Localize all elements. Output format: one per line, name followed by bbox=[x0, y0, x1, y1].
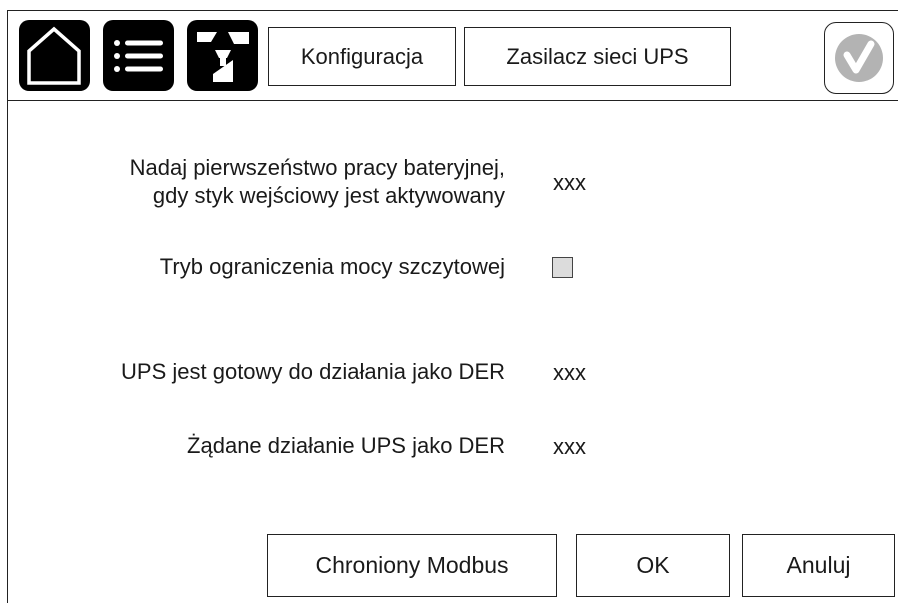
status-badge bbox=[824, 22, 894, 94]
protected-modbus-button[interactable]: Chroniony Modbus bbox=[267, 534, 557, 597]
ok-button[interactable]: OK bbox=[576, 534, 730, 597]
der-ready-value: xxx bbox=[553, 360, 586, 385]
battery-priority-label-line1: Nadaj pierwszeństwo pracy bateryjnej, bbox=[129, 155, 505, 180]
tab-configuration[interactable]: Konfiguracja bbox=[268, 27, 456, 86]
home-icon bbox=[27, 26, 81, 85]
menu-list-icon bbox=[114, 40, 163, 72]
der-requested-label: Żądane działanie UPS jako DER bbox=[187, 433, 505, 458]
protected-modbus-label: Chroniony Modbus bbox=[315, 552, 509, 578]
tab-ups-grid-supply[interactable]: Zasilacz sieci UPS bbox=[464, 27, 731, 86]
ok-label: OK bbox=[636, 552, 670, 578]
battery-priority-label-line2: gdy styk wejściowy jest aktywowany bbox=[152, 183, 505, 208]
cancel-button[interactable]: Anuluj bbox=[742, 534, 895, 597]
header-divider bbox=[7, 100, 898, 101]
battery-priority-label: Nadaj pierwszeństwo pracy bateryjnej, gd… bbox=[130, 154, 505, 210]
menu-button[interactable] bbox=[103, 20, 174, 91]
der-ready-label: UPS jest gotowy do działania jako DER bbox=[121, 359, 505, 384]
der-requested-value: xxx bbox=[553, 434, 586, 459]
tab-configuration-label: Konfiguracja bbox=[300, 43, 424, 69]
checkmark-icon bbox=[835, 34, 883, 82]
tools-icon bbox=[197, 32, 249, 82]
tab-ups-grid-supply-label: Zasilacz sieci UPS bbox=[506, 43, 689, 69]
home-button[interactable] bbox=[19, 20, 90, 91]
peak-power-limit-checkbox[interactable] bbox=[552, 257, 573, 278]
screen-frame bbox=[7, 10, 898, 603]
tools-button[interactable] bbox=[187, 20, 258, 91]
battery-priority-value: xxx bbox=[553, 170, 586, 195]
peak-power-limit-label: Tryb ograniczenia mocy szczytowej bbox=[159, 254, 505, 279]
cancel-label: Anuluj bbox=[786, 552, 851, 578]
